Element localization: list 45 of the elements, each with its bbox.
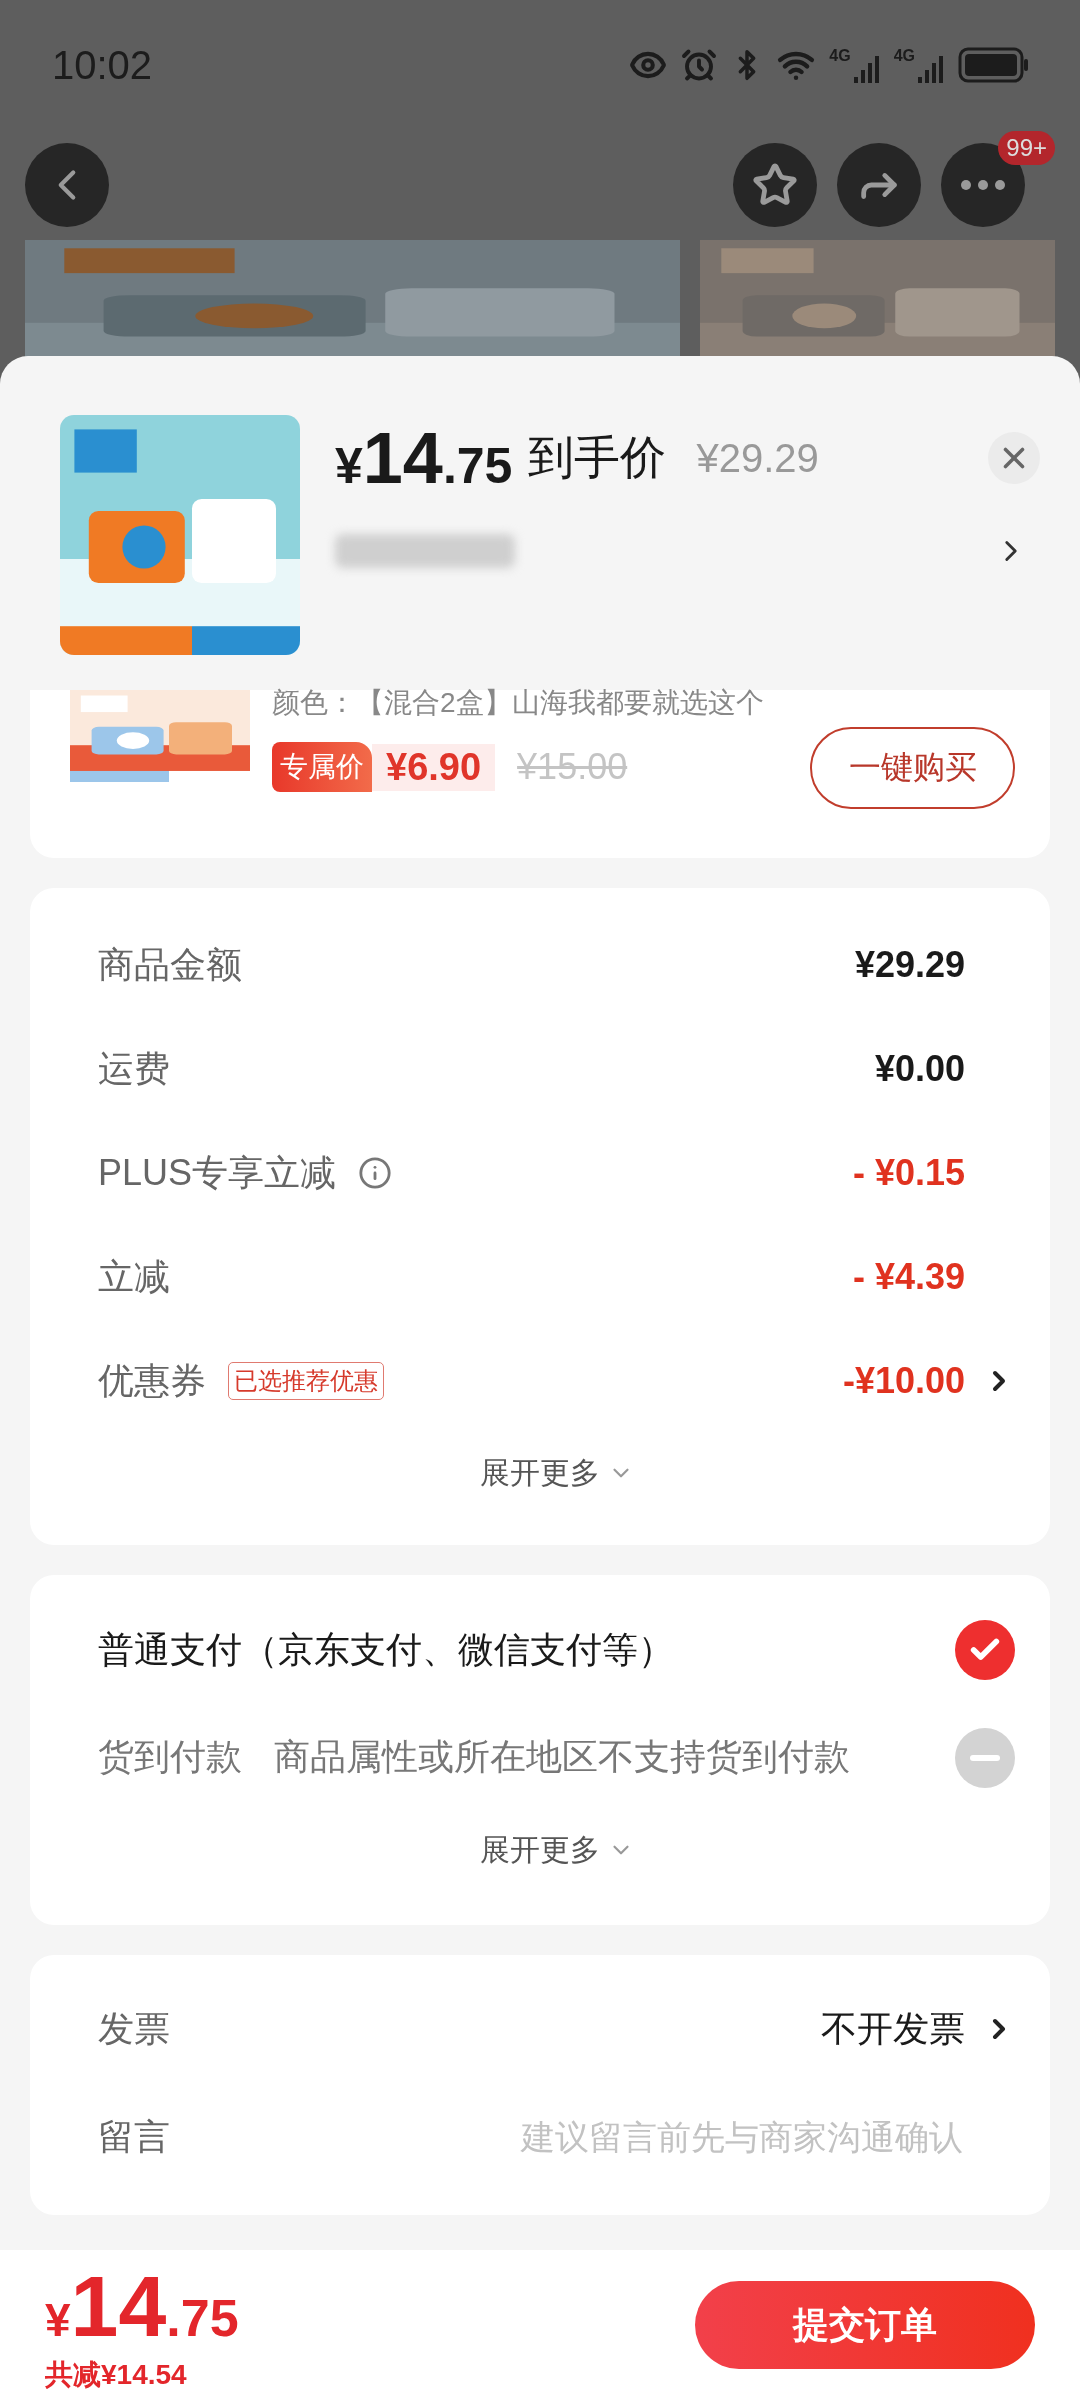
signal-icon (853, 53, 880, 83)
final-price: ¥14.75 (335, 417, 513, 499)
battery-icon (958, 47, 1030, 83)
price-row-value: - ¥0.15 (852, 1152, 965, 1194)
price-row-value: ¥0.00 (874, 1048, 965, 1090)
notification-badge: 99+ (998, 131, 1055, 165)
exclusive-price: ¥6.90 (372, 743, 496, 791)
info-icon[interactable] (358, 1156, 393, 1190)
extra-row-label: 发票 (98, 2006, 171, 2051)
original-price: ¥29.29 (696, 435, 819, 481)
payment-radio[interactable] (955, 1620, 1015, 1680)
minus-icon (970, 1754, 1000, 1761)
alarm-icon (681, 47, 718, 83)
total-saving: 共减¥14.54 (45, 2357, 188, 2392)
buy-now-button[interactable]: 一键购买 (810, 727, 1015, 809)
message-field[interactable]: 建议留言前先与商家沟通确认 (405, 2116, 965, 2158)
payment-option-label: 货到付款 (98, 1735, 242, 1779)
expand-more-button[interactable]: 展开更多 (479, 1810, 634, 1890)
price-row-label: PLUS专享立减 (98, 1150, 337, 1195)
price-row-value: ¥29.29 (854, 944, 965, 986)
price-row-label: 优惠券 (98, 1358, 206, 1403)
star-icon (752, 162, 798, 208)
payment-option-label: 普通支付（京东支付、微信支付等） (98, 1627, 674, 1672)
more-icon (961, 180, 1005, 190)
invoice-value[interactable]: 不开发票 (821, 2004, 965, 2054)
submit-order-button[interactable]: 提交订单 (695, 2281, 1035, 2369)
price-row-label: 商品金额 (98, 942, 242, 987)
price-row-label: 立减 (98, 1254, 170, 1299)
price-row-value: -¥10.00 (842, 1360, 965, 1402)
signal-icon (918, 53, 944, 83)
payment-option-note: 商品属性或所在地区不支持货到付款 (274, 1735, 850, 1779)
price-row-value: - ¥4.39 (852, 1256, 965, 1298)
network-label: 4G (893, 47, 915, 65)
expand-more-button[interactable]: 展开更多 (479, 1433, 634, 1513)
old-price: ¥15.00 (517, 746, 628, 788)
network-label: 4G (829, 47, 851, 65)
total-price: ¥14.75 (45, 2256, 239, 2356)
price-label: 到手价 (528, 430, 667, 485)
coupon-badge: 已选推荐优惠 (228, 1362, 384, 1400)
price-row-label: 运费 (98, 1046, 170, 1091)
extra-row-label: 留言 (98, 2114, 171, 2159)
status-time: 10:02 (52, 42, 153, 88)
item-spec: 颜色：【混合2盒】山海我都要就选这个 (272, 686, 765, 720)
exclusive-tag: 专属价 (272, 742, 372, 792)
close-button[interactable] (988, 432, 1040, 484)
